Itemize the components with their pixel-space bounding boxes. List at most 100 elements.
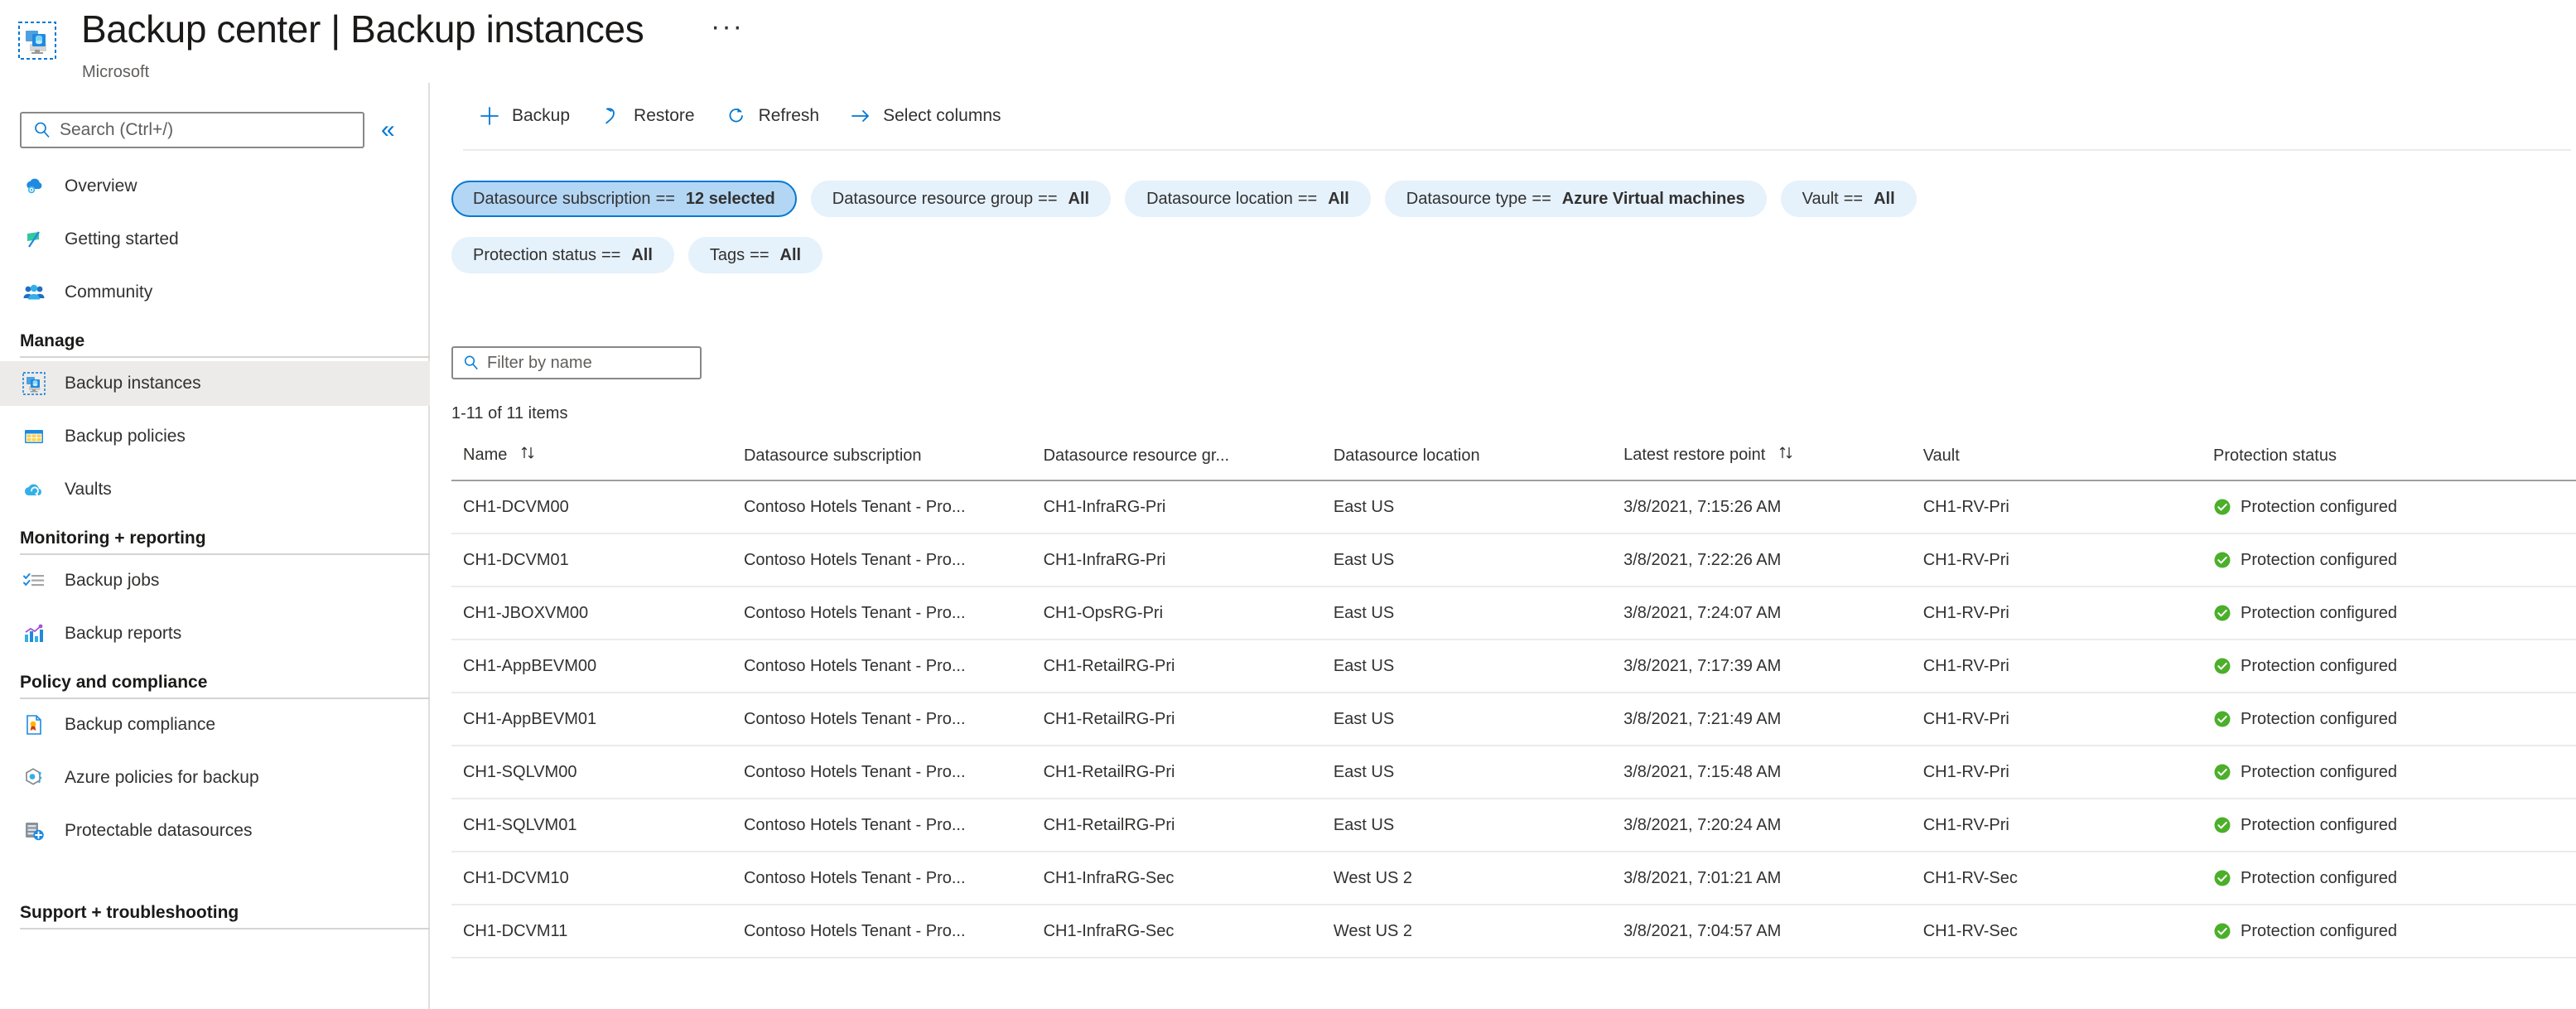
table-body: CH1-DCVM00 Contoso Hotels Tenant - Pro...…: [451, 480, 2576, 958]
sidebar-item-backup-reports[interactable]: Backup reports: [0, 611, 430, 656]
filter-pill-datasource-location[interactable]: Datasource location == All: [1125, 181, 1371, 217]
cell-datasource-resource-group: CH1-InfraRG-Pri: [1031, 533, 1322, 587]
filter-pill-datasource-type[interactable]: Datasource type == Azure Virtual machine…: [1384, 181, 1767, 217]
restore-button[interactable]: Restore: [585, 95, 710, 137]
cell-name[interactable]: CH1-SQLVM01: [451, 799, 732, 852]
check-circle-icon: [2213, 498, 2231, 516]
search-input[interactable]: [60, 120, 333, 140]
sidebar-item-backup-compliance[interactable]: Backup compliance: [0, 702, 430, 747]
cell-name[interactable]: CH1-DCVM00: [451, 480, 732, 534]
status-text: Protection configured: [2240, 709, 2397, 728]
filter-pill-protection-status[interactable]: Protection status == All: [451, 237, 674, 273]
cell-latest-restore-point: 3/8/2021, 7:15:48 AM: [1612, 746, 1912, 799]
cell-datasource-location: East US: [1321, 587, 1613, 640]
filter-row-2: Protection status == All Tags == All: [451, 237, 823, 273]
sidebar-search[interactable]: [20, 112, 364, 148]
refresh-button[interactable]: Refresh: [710, 95, 835, 137]
table-row[interactable]: CH1-SQLVM01 Contoso Hotels Tenant - Pro..…: [451, 799, 2576, 852]
cell-latest-restore-point: 3/8/2021, 7:22:26 AM: [1612, 533, 1912, 587]
nav-group-manage: Manage: [20, 331, 85, 350]
cell-name[interactable]: CH1-AppBEVM01: [451, 693, 732, 746]
sort-icon[interactable]: [520, 445, 538, 466]
azure-policy-icon: [22, 765, 46, 790]
command-label: Select columns: [883, 106, 1001, 125]
vault-cloud-icon: [22, 477, 46, 502]
status-text: Protection configured: [2240, 497, 2397, 516]
sidebar-item-protectable-datasources[interactable]: Protectable datasources: [0, 809, 430, 853]
nav-divider: [20, 928, 430, 929]
sort-icon[interactable]: [1778, 445, 1797, 466]
column-header-vault[interactable]: Vault: [1911, 435, 2202, 481]
cell-name[interactable]: CH1-SQLVM00: [451, 746, 732, 799]
cell-vault: CH1-RV-Pri: [1911, 480, 2202, 534]
filter-by-name-box[interactable]: [451, 346, 702, 379]
cell-protection-status: Protection configured: [2201, 905, 2576, 958]
cell-protection-status: Protection configured: [2201, 693, 2576, 746]
table-row[interactable]: CH1-AppBEVM00 Contoso Hotels Tenant - Pro…: [451, 640, 2576, 693]
column-header-name[interactable]: Name: [451, 435, 732, 481]
people-icon: [22, 280, 46, 305]
cell-name[interactable]: CH1-DCVM10: [451, 852, 732, 905]
filter-label: Datasource location: [1146, 189, 1293, 208]
sidebar-item-label: Community: [65, 282, 153, 302]
filter-pill-vault[interactable]: Vault == All: [1780, 181, 1917, 217]
select-columns-button[interactable]: Select columns: [834, 95, 1015, 137]
sidebar-item-backup-instances[interactable]: Backup instances: [0, 361, 430, 406]
cell-datasource-subscription: Contoso Hotels Tenant - Pro...: [731, 852, 1032, 905]
filter-operator: ==: [750, 245, 769, 264]
search-icon: [463, 355, 480, 371]
table-row[interactable]: CH1-DCVM10 Contoso Hotels Tenant - Pro...…: [451, 852, 2576, 905]
sidebar-item-azure-policies[interactable]: Azure policies for backup: [0, 756, 430, 800]
page-header: Backup center | Backup instances Microso…: [0, 0, 2576, 83]
filter-label: Datasource type: [1406, 189, 1527, 208]
refresh-icon: [725, 104, 748, 128]
sidebar-item-vaults[interactable]: Vaults: [0, 467, 430, 512]
filter-pill-datasource-resource-group[interactable]: Datasource resource group == All: [810, 181, 1112, 217]
table-row[interactable]: CH1-DCVM01 Contoso Hotels Tenant - Pro...…: [451, 533, 2576, 587]
table-row[interactable]: CH1-DCVM11 Contoso Hotels Tenant - Pro...…: [451, 905, 2576, 958]
sidebar-item-label: Vaults: [65, 480, 112, 499]
more-options-icon[interactable]: ···: [711, 12, 744, 41]
table-row[interactable]: CH1-JBOXVM00 Contoso Hotels Tenant - Pro.…: [451, 587, 2576, 640]
column-header-datasource-location[interactable]: Datasource location: [1321, 435, 1613, 481]
filter-value: All: [779, 245, 802, 264]
filter-pill-tags[interactable]: Tags == All: [687, 237, 823, 273]
nav-divider: [20, 356, 430, 358]
check-circle-icon: [2213, 710, 2231, 728]
column-header-latest-restore-point[interactable]: Latest restore point: [1612, 435, 1912, 481]
cell-name[interactable]: CH1-DCVM01: [451, 533, 732, 587]
filter-label: Datasource subscription: [473, 189, 651, 208]
cell-protection-status: Protection configured: [2201, 746, 2576, 799]
policy-grid-icon: [22, 424, 46, 449]
sidebar-item-backup-policies[interactable]: Backup policies: [0, 414, 430, 459]
command-bar-divider: [463, 149, 2571, 151]
sidebar-item-getting-started[interactable]: Getting started: [0, 217, 430, 262]
sidebar-item-backup-jobs[interactable]: Backup jobs: [0, 558, 430, 603]
main-content: Backup Restore Refresh Select columns Da…: [432, 83, 2576, 1009]
filter-operator: ==: [1532, 189, 1551, 208]
status-text: Protection configured: [2240, 762, 2397, 781]
flag-icon: [22, 227, 46, 252]
cell-name[interactable]: CH1-AppBEVM00: [451, 640, 732, 693]
cell-name[interactable]: CH1-JBOXVM00: [451, 587, 732, 640]
filter-label: Vault: [1802, 189, 1839, 208]
cell-vault: CH1-RV-Pri: [1911, 693, 2202, 746]
column-header-protection-status[interactable]: Protection status: [2201, 435, 2576, 481]
nav-group-policy: Policy and compliance: [20, 673, 208, 692]
cell-name[interactable]: CH1-DCVM11: [451, 905, 732, 958]
collapse-sidebar-button[interactable]: «: [381, 118, 395, 142]
filter-by-name-input[interactable]: [487, 353, 682, 373]
sidebar-item-label: Backup policies: [65, 427, 186, 446]
column-header-datasource-resource-group[interactable]: Datasource resource gr...: [1031, 435, 1322, 481]
sidebar-item-community[interactable]: Community: [0, 270, 430, 315]
sidebar-item-overview[interactable]: Overview: [0, 164, 430, 209]
filter-pill-datasource-subscription[interactable]: Datasource subscription == 12 selected: [451, 181, 797, 217]
table-row[interactable]: CH1-AppBEVM01 Contoso Hotels Tenant - Pro…: [451, 693, 2576, 746]
cell-protection-status: Protection configured: [2201, 799, 2576, 852]
column-header-datasource-subscription[interactable]: Datasource subscription: [731, 435, 1032, 481]
cell-datasource-location: West US 2: [1321, 852, 1613, 905]
cell-latest-restore-point: 3/8/2021, 7:17:39 AM: [1612, 640, 1912, 693]
table-row[interactable]: CH1-DCVM00 Contoso Hotels Tenant - Pro...…: [451, 480, 2576, 534]
table-row[interactable]: CH1-SQLVM00 Contoso Hotels Tenant - Pro..…: [451, 746, 2576, 799]
backup-button[interactable]: Backup: [463, 95, 585, 137]
